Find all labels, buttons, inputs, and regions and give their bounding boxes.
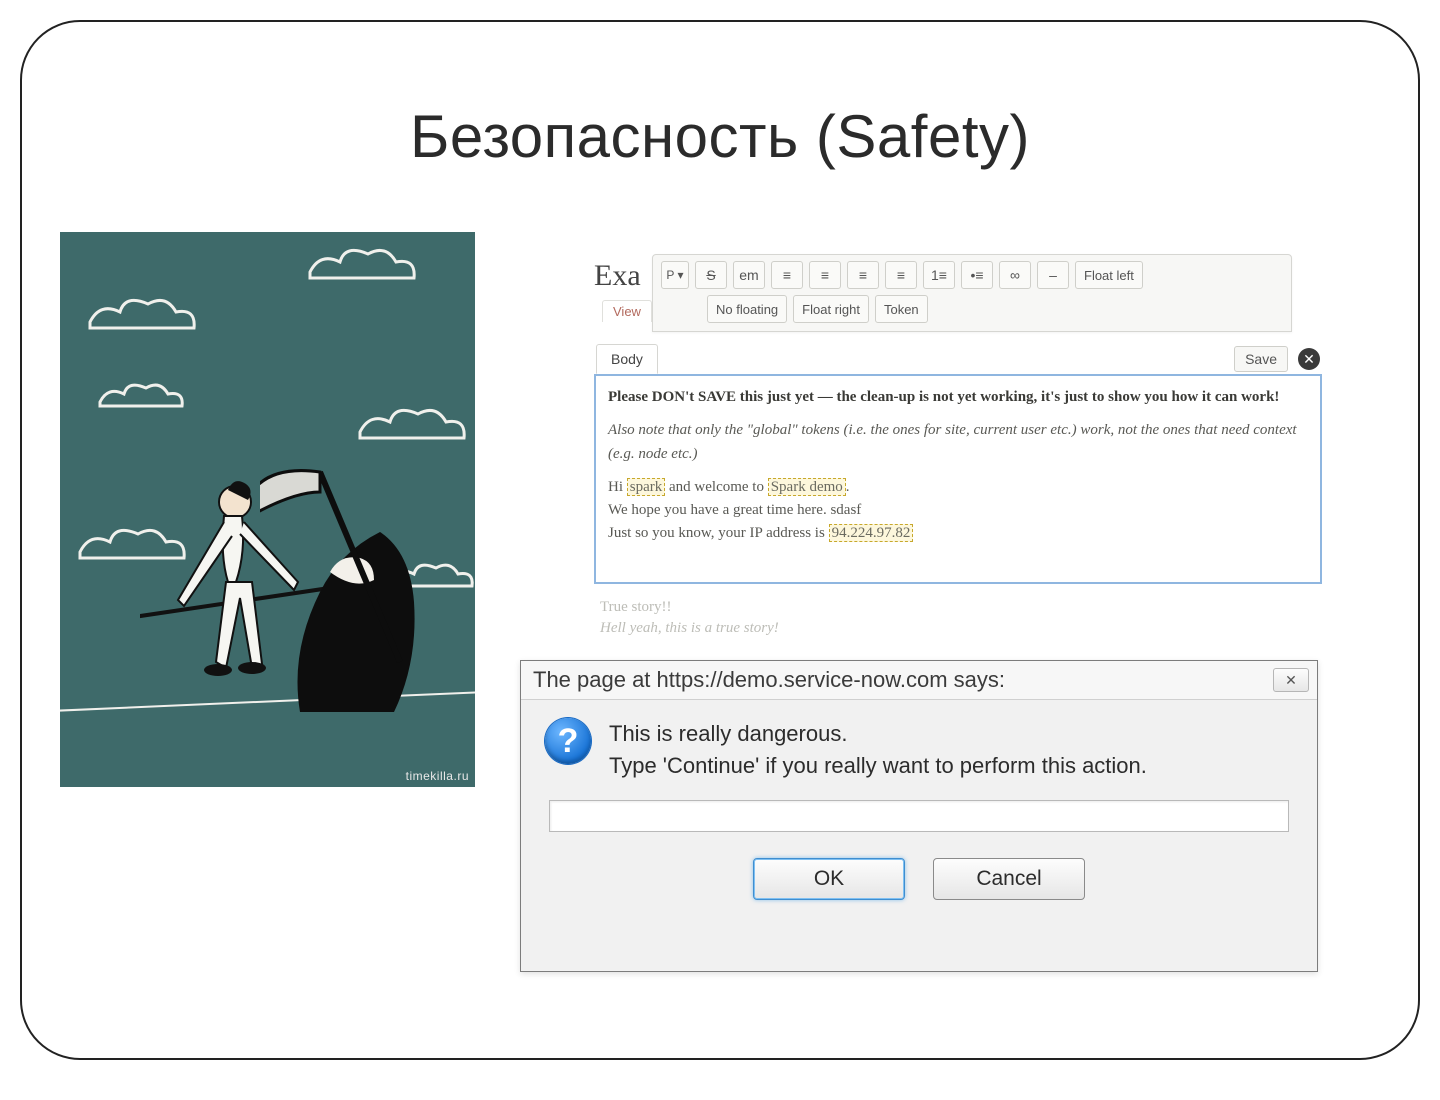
confirm-dialog: The page at https://demo.service-now.com… xyxy=(520,660,1318,972)
body-tab[interactable]: Body xyxy=(596,344,658,374)
float-left-button[interactable]: Float left xyxy=(1075,261,1143,289)
dialog-close-button[interactable]: ✕ xyxy=(1273,668,1309,692)
align-center-icon[interactable]: ≡ xyxy=(809,261,841,289)
close-icon[interactable]: ✕ xyxy=(1298,348,1320,370)
view-tab[interactable]: View xyxy=(602,300,652,322)
editor-line-2: We hope you have a great time here. sdas… xyxy=(608,502,861,518)
dialog-titlebar: The page at https://demo.service-now.com… xyxy=(521,661,1317,700)
unordered-list-icon[interactable]: •≡ xyxy=(961,261,993,289)
more-icon[interactable]: – xyxy=(1037,261,1069,289)
grim-reaper-icon xyxy=(260,462,475,742)
editor-note-text: Also note that only the "global" tokens … xyxy=(608,419,1308,466)
ordered-list-icon[interactable]: 1≡ xyxy=(923,261,955,289)
editor-toolbar: P ▾ S em ≡ ≡ ≡ ≡ 1≡ •≡ ∞ – Float left No… xyxy=(652,254,1292,332)
ok-button[interactable]: OK xyxy=(753,858,905,900)
dialog-title-text: The page at https://demo.service-now.com… xyxy=(533,667,1005,693)
emphasis-button[interactable]: em xyxy=(733,261,765,289)
image-watermark: timekilla.ru xyxy=(406,769,469,783)
no-floating-button[interactable]: No floating xyxy=(707,295,787,323)
cancel-button[interactable]: Cancel xyxy=(933,858,1085,900)
align-left-icon[interactable]: ≡ xyxy=(771,261,803,289)
editor-greeting-line: Hi spark and welcome to Spark demo. We h… xyxy=(608,476,1308,546)
dialog-message: This is really dangerous. Type 'Continue… xyxy=(609,718,1147,782)
strikethrough-button[interactable]: S xyxy=(695,261,727,289)
float-right-button[interactable]: Float right xyxy=(793,295,869,323)
token-ip-address: 94.224.97.82 xyxy=(829,524,914,542)
token-sitename: Spark demo xyxy=(768,478,846,496)
question-icon: ? xyxy=(545,718,591,764)
editor-content-area[interactable]: Please DON't SAVE this just yet — the cl… xyxy=(594,374,1322,584)
justify-icon[interactable]: ≡ xyxy=(885,261,917,289)
token-button[interactable]: Token xyxy=(875,295,928,323)
tightrope-illustration: timekilla.ru xyxy=(60,232,475,787)
slide-frame: Безопасность (Safety) xyxy=(20,20,1420,1060)
align-right-icon[interactable]: ≡ xyxy=(847,261,879,289)
editor-warning-text: Please DON't SAVE this just yet — the cl… xyxy=(608,386,1308,409)
link-icon[interactable]: ∞ xyxy=(999,261,1031,289)
dialog-text-input[interactable] xyxy=(549,800,1289,832)
background-heading-fragment: Exa xyxy=(594,259,641,293)
page-title: Безопасность (Safety) xyxy=(22,102,1418,171)
save-button[interactable]: Save xyxy=(1234,346,1288,372)
editor-background-text: True story!! Hell yeah, this is a true s… xyxy=(600,599,779,637)
paragraph-style-dropdown[interactable]: P ▾ xyxy=(661,261,689,289)
token-username: spark xyxy=(627,478,666,496)
